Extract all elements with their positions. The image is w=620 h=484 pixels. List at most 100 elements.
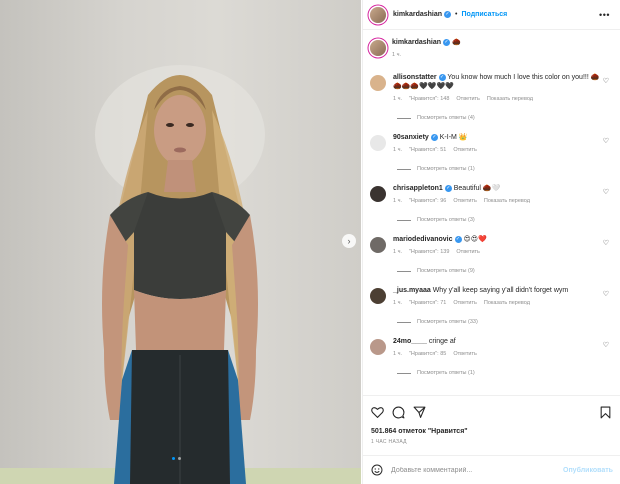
action-icons xyxy=(371,404,611,420)
comment-row: mariodedivanovic ✓ 😍😍❤️ 1 ч. "Нравится": 13… xyxy=(370,235,611,257)
comment-icon[interactable] xyxy=(392,406,405,419)
comment-like-icon[interactable]: ♡ xyxy=(603,188,609,196)
caption-meta: 1 ч. xyxy=(392,51,461,60)
comment-text: cringe af xyxy=(428,338,456,345)
view-replies-button[interactable]: Посмотреть ответы (3) xyxy=(397,217,611,223)
separator-dot: • xyxy=(455,11,458,18)
show-translation-button[interactable]: Показать перевод xyxy=(484,197,530,206)
caption-avatar[interactable] xyxy=(370,40,386,56)
commenter-username[interactable]: allisonstatter xyxy=(393,74,437,81)
comment-item: allisonstatter ✓ You know how much I love… xyxy=(370,73,611,121)
comment-meta: 1 ч. "Нравится": 139 Ответить xyxy=(393,248,608,257)
replies-divider xyxy=(397,372,411,374)
commenter-username[interactable]: chrisappleton1 xyxy=(393,185,443,192)
post-sidebar: kimkardashian ✓ • Подписаться ••• kimkar… xyxy=(362,0,620,484)
show-translation-button[interactable]: Показать перевод xyxy=(487,95,533,104)
comment-time: 1 ч. xyxy=(393,300,402,306)
carousel-next-button[interactable]: › xyxy=(342,234,356,248)
replies-divider xyxy=(397,117,411,119)
likes-count[interactable]: 501.864 отметок "Нравится" xyxy=(371,428,611,435)
post-header: kimkardashian ✓ • Подписаться ••• xyxy=(363,0,620,30)
add-comment-bar: Опубликовать xyxy=(363,455,620,484)
comment-content: allisonstatter ✓ You know how much I love… xyxy=(393,73,608,104)
bookmark-icon[interactable] xyxy=(600,406,611,419)
view-replies-label: Посмотреть ответы (4) xyxy=(417,115,475,121)
view-replies-button[interactable]: Посмотреть ответы (9) xyxy=(397,268,611,274)
commenter-avatar[interactable] xyxy=(370,237,386,253)
post-photo[interactable]: › xyxy=(0,0,361,484)
comment-like-icon[interactable]: ♡ xyxy=(603,290,609,298)
comment-like-icon[interactable]: ♡ xyxy=(603,239,609,247)
commenter-avatar[interactable] xyxy=(370,288,386,304)
commenter-avatar[interactable] xyxy=(370,186,386,202)
comment-content: mariodedivanovic ✓ 😍😍❤️ 1 ч. "Нравится": 13… xyxy=(393,235,608,257)
reply-button[interactable]: Ответить xyxy=(453,197,477,206)
show-translation-button[interactable]: Показать перевод xyxy=(484,299,530,308)
reply-button[interactable]: Ответить xyxy=(453,146,477,155)
comment-meta: 1 ч. "Нравится": 148 Ответить Показать пере… xyxy=(393,95,608,104)
view-replies-label: Посмотреть ответы (3) xyxy=(417,217,475,223)
comment-likes[interactable]: "Нравится": 148 xyxy=(409,95,449,104)
comment-likes[interactable]: "Нравится": 51 xyxy=(409,146,446,155)
view-replies-button[interactable]: Посмотреть ответы (33) xyxy=(397,319,611,325)
like-heart-icon[interactable] xyxy=(371,406,384,418)
verified-icon: ✓ xyxy=(438,73,446,81)
view-replies-button[interactable]: Посмотреть ответы (1) xyxy=(397,166,611,172)
comment-meta: 1 ч. "Нравится": 71 Ответить Показать перев… xyxy=(393,299,608,308)
comment-item: 90sanxiety ✓ K-I-M 👑 1 ч. "Нравится": 51 Отв… xyxy=(370,133,611,172)
caption-time: 1 ч. xyxy=(392,52,401,58)
reply-button[interactable]: Ответить xyxy=(456,248,480,257)
more-horizontal-icon[interactable]: ••• xyxy=(599,10,610,20)
comment-like-icon[interactable]: ♡ xyxy=(603,77,609,85)
comment-likes[interactable]: "Нравится": 96 xyxy=(409,197,446,206)
comments-list[interactable]: kimkardashian ✓ 🌰 1 ч. allisonstatter ✓ Yo… xyxy=(363,31,620,394)
reply-button[interactable]: Ответить xyxy=(453,299,477,308)
verified-icon: ✓ xyxy=(443,38,451,46)
carousel-indicator xyxy=(172,457,181,460)
post-comment-button[interactable]: Опубликовать xyxy=(563,467,613,474)
reply-button[interactable]: Ответить xyxy=(456,95,480,104)
comment-likes[interactable]: "Нравится": 71 xyxy=(409,299,446,308)
person-figure xyxy=(95,65,265,484)
commenter-avatar[interactable] xyxy=(370,135,386,151)
replies-divider xyxy=(397,270,411,272)
commenter-username[interactable]: _jus.myaaa xyxy=(393,287,431,294)
follow-button[interactable]: Подписаться xyxy=(461,11,507,18)
comment-like-icon[interactable]: ♡ xyxy=(603,137,609,145)
comment-item: _jus.myaaa Why y'all keep saying y'all d… xyxy=(370,286,611,325)
commenter-avatar[interactable] xyxy=(370,75,386,91)
comment-meta: 1 ч. "Нравится": 85 Ответить xyxy=(393,350,608,359)
commenter-username[interactable]: 90sanxiety xyxy=(393,134,429,141)
comment-text: 😍😍❤️ xyxy=(463,236,487,243)
commenter-username[interactable]: mariodedivanovic xyxy=(393,236,453,243)
author-avatar[interactable] xyxy=(370,6,386,23)
comment-time: 1 ч. xyxy=(393,351,402,357)
carousel-dot-2 xyxy=(178,457,181,460)
comment-content: 90sanxiety ✓ K-I-M 👑 1 ч. "Нравится": 51 Отв… xyxy=(393,133,608,155)
post-caption: kimkardashian ✓ 🌰 1 ч. xyxy=(370,38,611,73)
verified-icon: ✓ xyxy=(430,133,438,141)
replies-divider xyxy=(397,219,411,221)
comment-input[interactable] xyxy=(391,466,563,474)
share-icon[interactable] xyxy=(413,406,426,418)
reply-button[interactable]: Ответить xyxy=(453,350,477,359)
view-replies-button[interactable]: Посмотреть ответы (4) xyxy=(397,115,611,121)
author-username[interactable]: kimkardashian xyxy=(393,11,442,18)
comment-text: Why y'all keep saying y'all didn't forge… xyxy=(432,287,569,294)
comment-like-icon[interactable]: ♡ xyxy=(603,341,609,349)
comment-meta: 1 ч. "Нравится": 96 Ответить Показать перев… xyxy=(393,197,608,206)
post-actions: 501.864 отметок "Нравится" 1 ЧАС НАЗАД xyxy=(363,395,620,455)
emoji-icon[interactable] xyxy=(371,464,383,476)
post-timestamp: 1 ЧАС НАЗАД xyxy=(371,439,407,445)
commenter-username[interactable]: 24mo____ xyxy=(393,338,427,345)
chevron-right-icon: › xyxy=(347,235,351,246)
comment-likes[interactable]: "Нравится": 139 xyxy=(409,248,449,257)
comment-time: 1 ч. xyxy=(393,96,402,102)
view-replies-button[interactable]: Посмотреть ответы (1) xyxy=(397,370,611,376)
comment-row: 24mo____ cringe af 1 ч. "Нравится": 85 Отве… xyxy=(370,337,611,359)
caption-username[interactable]: kimkardashian xyxy=(392,39,441,46)
commenter-avatar[interactable] xyxy=(370,339,386,355)
comment-likes[interactable]: "Нравится": 85 xyxy=(409,350,446,359)
comment-item: 24mo____ cringe af 1 ч. "Нравится": 85 Отве… xyxy=(370,337,611,376)
comment-text: K-I-M 👑 xyxy=(439,134,468,141)
